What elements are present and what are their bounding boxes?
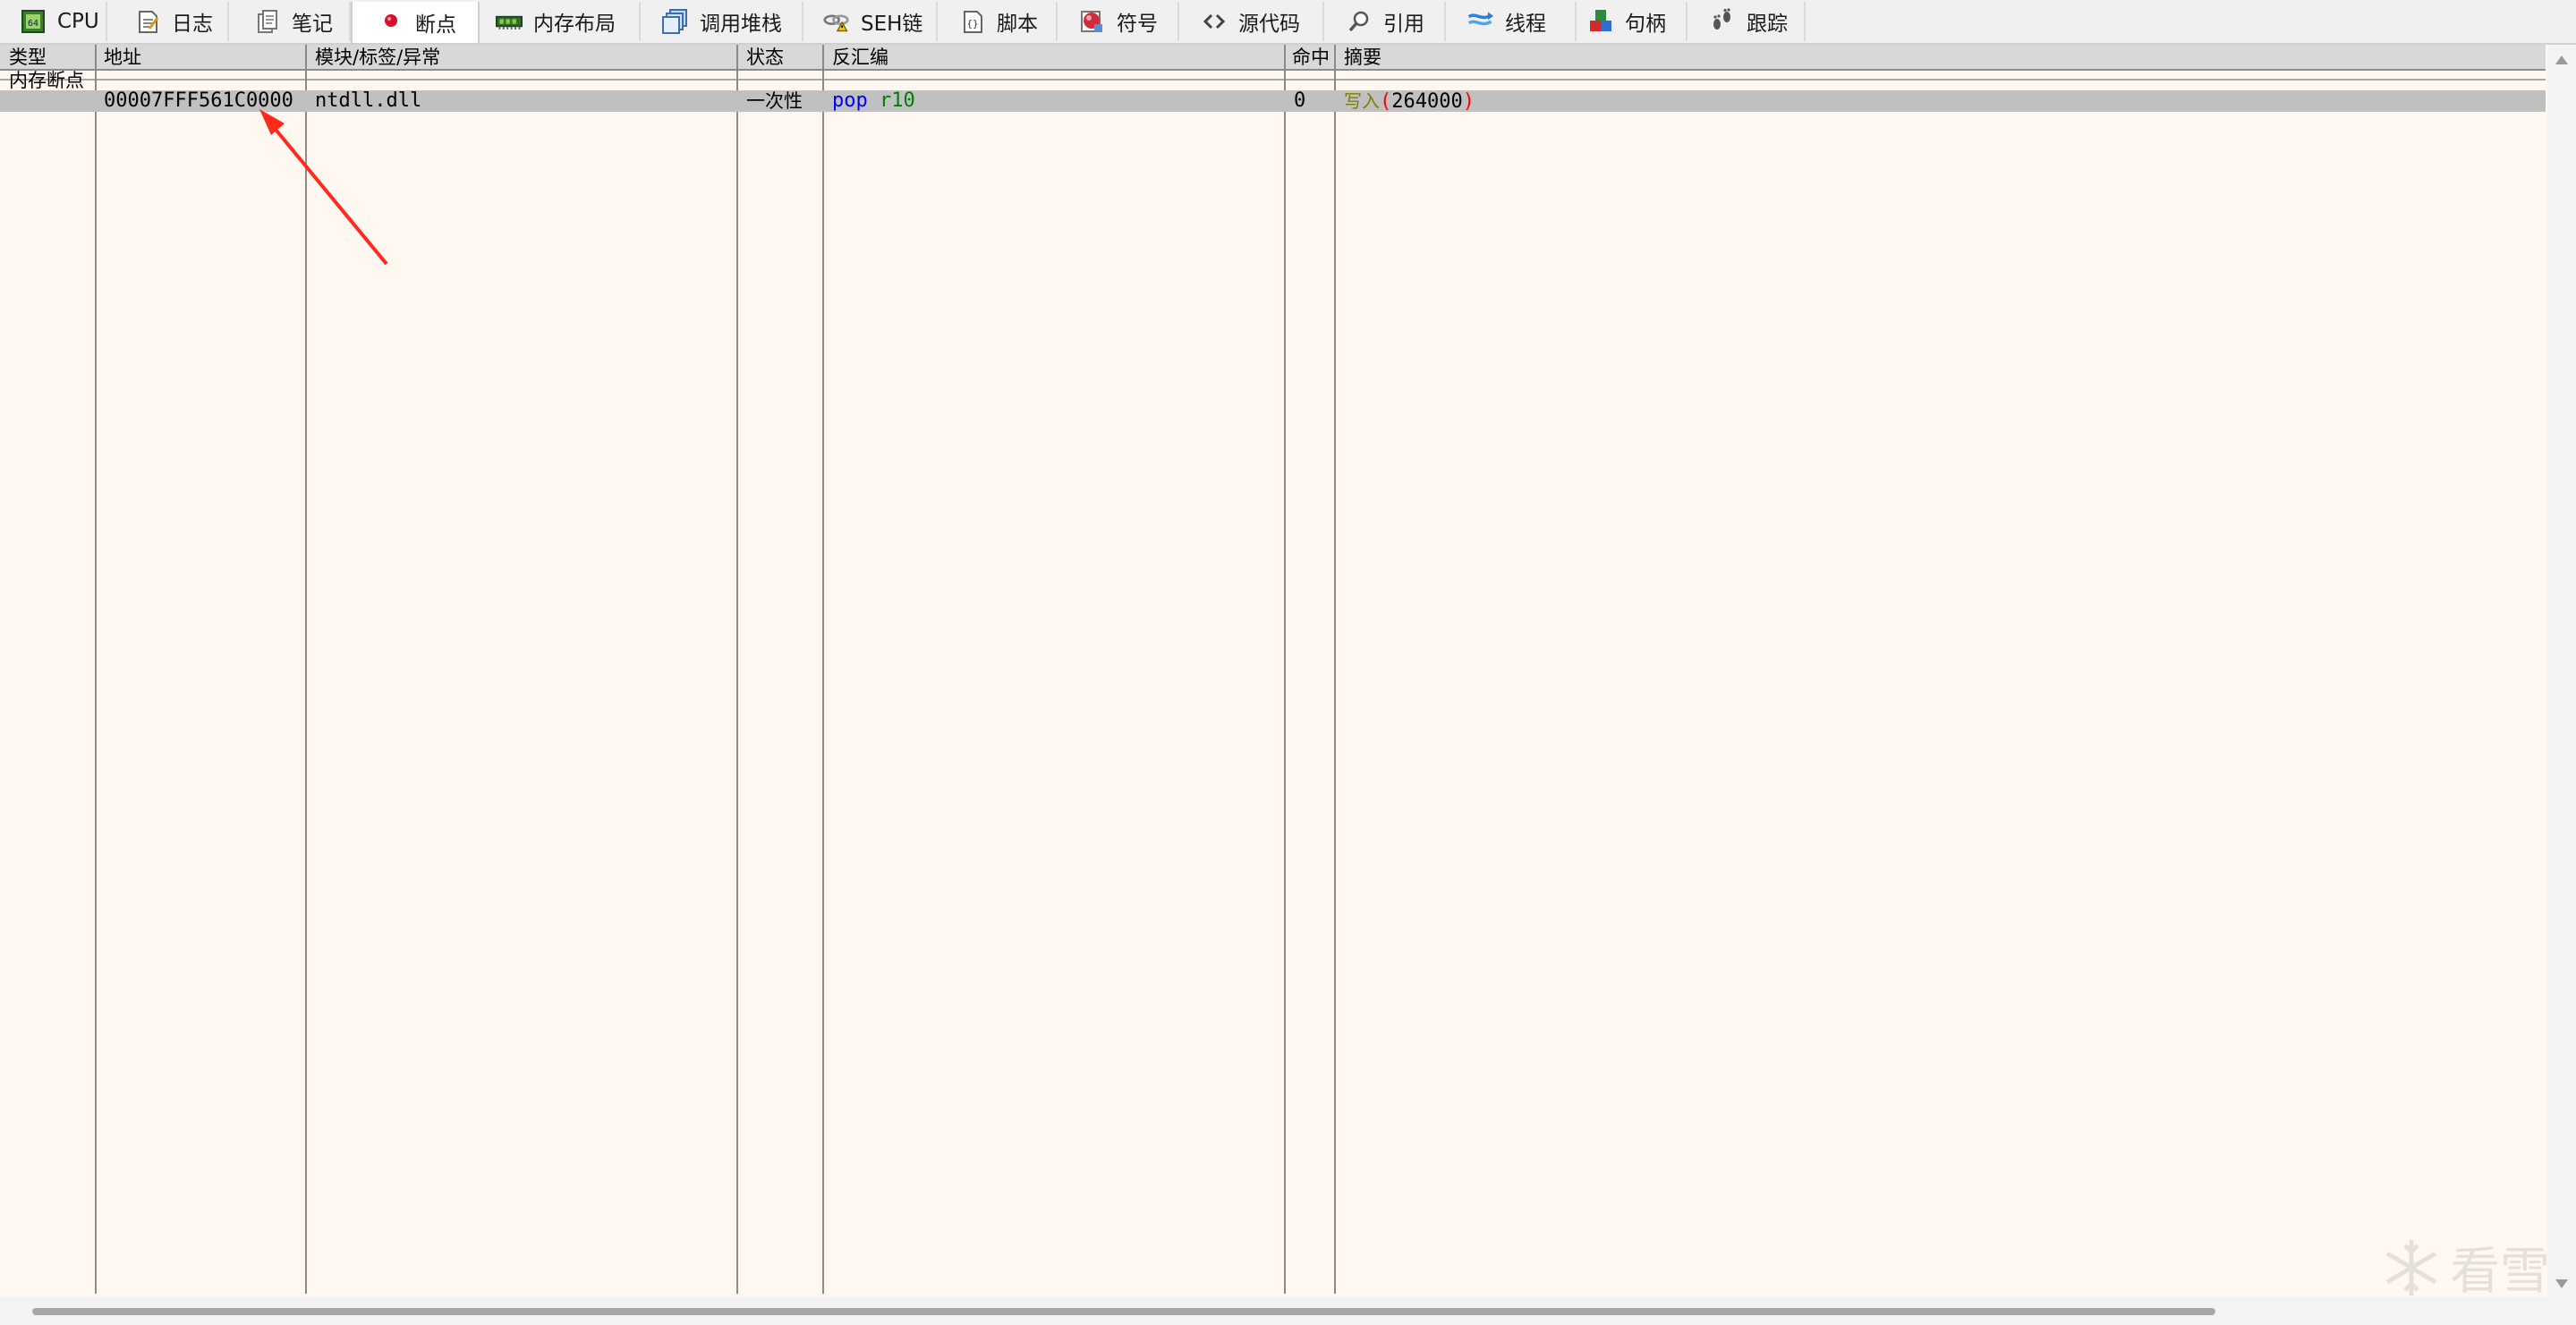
- column-header-hits[interactable]: 命中: [1285, 45, 1335, 70]
- seh-chain-icon: [823, 8, 850, 35]
- column-header-summary[interactable]: 摘要: [1335, 45, 2498, 70]
- column-header-type[interactable]: 类型: [0, 45, 95, 70]
- address-cell[interactable]: 00007FFF561C0000: [104, 90, 293, 112]
- tab-cpu-label: CPU: [57, 10, 99, 33]
- tab-references[interactable]: 引用: [1326, 2, 1446, 41]
- column-divider[interactable]: [822, 45, 824, 1294]
- column-header-module[interactable]: 模块/标签/异常: [306, 45, 737, 70]
- tab-trace[interactable]: 跟踪: [1689, 2, 1806, 41]
- group-label-memory-breakpoints: 内存断点: [9, 70, 84, 91]
- column-divider[interactable]: [305, 45, 307, 1294]
- hits-cell[interactable]: 0: [1294, 90, 1305, 112]
- tab-log[interactable]: 日志: [109, 2, 229, 41]
- disassembly-operand: r10: [880, 89, 915, 112]
- script-icon: {}: [959, 8, 986, 35]
- column-divider[interactable]: [736, 45, 738, 1294]
- watermark-text: 看雪: [2450, 1243, 2550, 1301]
- tab-memory-map-label: 内存布局: [533, 13, 616, 36]
- tab-call-stack[interactable]: 调用堆栈: [642, 2, 803, 41]
- horizontal-scrollbar-thumb[interactable]: [32, 1308, 2215, 1315]
- disassembly-mnemonic: pop: [832, 89, 868, 112]
- table-row[interactable]: 00007FFF561C0000 ntdll.dll 一次性 pop r10 0…: [0, 90, 2546, 113]
- tab-symbols[interactable]: 符号: [1059, 2, 1179, 41]
- tab-log-label: 日志: [172, 13, 213, 36]
- snowflake-icon: [2385, 1239, 2437, 1295]
- module-cell[interactable]: ntdll.dll: [315, 90, 421, 112]
- header-bottom-border: [0, 69, 2546, 71]
- tab-seh-chain-label: SEH链: [861, 13, 923, 36]
- references-icon: [1346, 8, 1373, 35]
- column-header-address[interactable]: 地址: [95, 45, 306, 70]
- svg-text:{}: {}: [966, 18, 978, 30]
- call-stack-icon: [662, 8, 689, 35]
- symbols-icon: [1079, 8, 1106, 35]
- memory-map-icon: [496, 8, 523, 35]
- handles-icon: [1587, 8, 1614, 35]
- tab-trace-label: 跟踪: [1747, 13, 1788, 36]
- column-divider[interactable]: [1284, 45, 1286, 1294]
- tab-script[interactable]: {} 脚本: [939, 2, 1058, 41]
- log-icon: [134, 8, 161, 35]
- tab-source-label: 源代码: [1238, 13, 1300, 36]
- tab-source[interactable]: 源代码: [1181, 2, 1324, 41]
- tab-breakpoints[interactable]: 断点: [351, 2, 480, 43]
- tab-seh-chain[interactable]: SEH链: [805, 2, 938, 41]
- trace-icon: [1709, 8, 1736, 35]
- tab-threads[interactable]: 线程: [1448, 2, 1577, 41]
- threads-icon: [1467, 8, 1494, 35]
- summary-open-paren: (: [1380, 90, 1392, 113]
- tab-cpu[interactable]: 64 CPU: [0, 2, 107, 41]
- disassembly-cell[interactable]: pop r10: [832, 90, 915, 112]
- source-icon: [1201, 8, 1228, 35]
- tab-notes[interactable]: 笔记: [231, 2, 351, 41]
- column-header-state[interactable]: 状态: [737, 45, 823, 70]
- column-header-disassembly[interactable]: 反汇编: [823, 45, 1285, 70]
- tab-memory-map[interactable]: 内存布局: [480, 2, 641, 41]
- column-divider[interactable]: [95, 45, 97, 1294]
- breakpoint-icon: [378, 9, 404, 36]
- summary-close-paren: ): [1462, 90, 1475, 113]
- tab-breakpoints-label: 断点: [415, 13, 456, 37]
- watermark: 看雪: [2380, 1231, 2550, 1304]
- annotation-arrow: [259, 109, 388, 266]
- state-cell[interactable]: 一次性: [746, 90, 803, 112]
- summary-cell[interactable]: 写入(264000): [1344, 90, 1475, 113]
- vertical-scrollbar[interactable]: [2547, 45, 2576, 1297]
- tab-threads-label: 线程: [1505, 13, 1546, 36]
- column-divider[interactable]: [1334, 45, 1336, 1294]
- tab-handles[interactable]: 句柄: [1578, 2, 1688, 41]
- svg-text:64: 64: [28, 19, 38, 29]
- summary-prefix: 写入: [1344, 90, 1380, 112]
- table-header: 类型 地址 模块/标签/异常 状态 反汇编 命中 摘要: [0, 45, 2546, 70]
- tab-call-stack-label: 调用堆栈: [700, 13, 782, 36]
- scroll-up-arrow-icon[interactable]: [2555, 55, 2568, 64]
- summary-value: 264000: [1391, 90, 1463, 113]
- tab-script-label: 脚本: [997, 13, 1038, 36]
- tab-references-label: 引用: [1383, 13, 1424, 36]
- tab-handles-label: 句柄: [1625, 13, 1666, 36]
- tab-notes-label: 笔记: [292, 13, 333, 36]
- header-double-border: [0, 79, 2546, 81]
- tab-symbols-label: 符号: [1117, 13, 1158, 36]
- cpu-icon: 64: [20, 8, 47, 35]
- horizontal-scrollbar[interactable]: [0, 1297, 2576, 1325]
- scroll-down-arrow-icon[interactable]: [2555, 1279, 2568, 1288]
- notes-icon: [254, 8, 281, 35]
- tab-bar: 64 CPU 日志 笔记 断点 内存布局 调用堆栈 SEH链 {} 脚本 符号 …: [0, 0, 2576, 45]
